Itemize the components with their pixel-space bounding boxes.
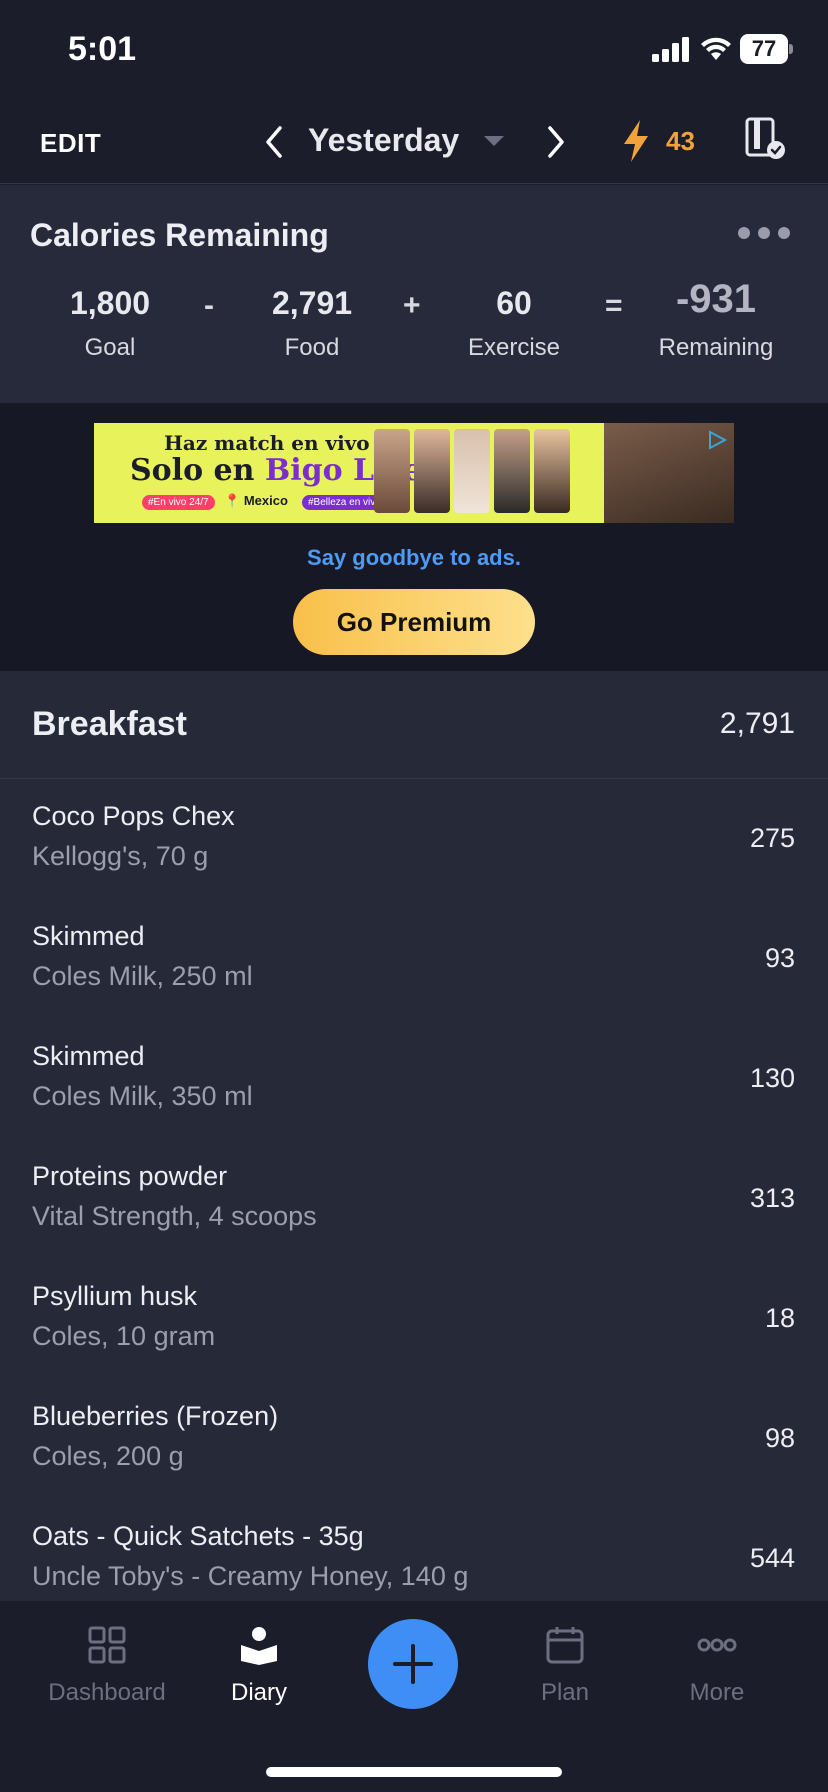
meal-title: Breakfast — [32, 705, 187, 743]
food-name: Skimmed — [32, 1041, 145, 1071]
chevron-right-icon[interactable] — [540, 122, 570, 162]
edit-button[interactable]: EDIT — [40, 128, 101, 159]
status-time: 5:01 — [68, 30, 137, 68]
dashboard-icon — [88, 1626, 126, 1664]
meal-header[interactable]: Breakfast 2,791 — [0, 671, 828, 779]
tab-plan-label: Plan — [540, 1679, 590, 1706]
food-row[interactable]: Skimmed Coles Milk, 350 ml 130 — [0, 1019, 828, 1139]
plus-operator: + — [403, 289, 421, 322]
equals-operator: = — [605, 289, 623, 322]
food-calories: 130 — [749, 1063, 795, 1093]
chevron-left-icon[interactable] — [260, 122, 290, 162]
remove-ads-text[interactable]: Say goodbye to ads. — [0, 545, 828, 571]
food-name: Coco Pops Chex — [32, 801, 235, 831]
food-calories: 18 — [764, 1303, 795, 1333]
food-calories: 275 — [749, 823, 795, 853]
food-row[interactable]: Coco Pops Chex Kellogg's, 70 g 275 — [0, 779, 828, 899]
minus-operator: - — [204, 289, 214, 322]
food-description: Coles, 200 g — [32, 1441, 184, 1471]
wifi-icon — [701, 37, 731, 60]
caret-down-icon[interactable] — [484, 136, 504, 146]
diary-icon — [241, 1627, 277, 1665]
food-description: Uncle Toby's - Creamy Honey, 140 g — [32, 1561, 469, 1591]
report-check-icon[interactable] — [744, 116, 786, 162]
tab-diary-label: Diary — [230, 1679, 287, 1706]
exercise-column: 60 Exercise — [424, 285, 604, 362]
tab-dashboard-label: Dashboard — [48, 1679, 166, 1706]
food-calories: 313 — [749, 1183, 795, 1213]
more-icon — [697, 1638, 737, 1652]
food-description: Coles Milk, 350 ml — [32, 1081, 253, 1111]
goal-label: Goal — [84, 334, 136, 361]
add-button[interactable] — [368, 1619, 458, 1709]
cellular-signal-icon — [652, 37, 689, 62]
food-name: Skimmed — [32, 921, 145, 951]
ad-photo — [414, 429, 450, 513]
food-row[interactable]: Blueberries (Frozen) Coles, 200 g 98 — [0, 1379, 828, 1499]
breakfast-section: Breakfast 2,791 Coco Pops Chex Kellogg's… — [0, 671, 828, 1601]
calories-title: Calories Remaining — [30, 217, 329, 253]
go-premium-button[interactable]: Go Premium — [293, 589, 535, 655]
goal-value: 1,800 — [69, 285, 151, 321]
food-calories: 98 — [764, 1423, 795, 1453]
exercise-value: 60 — [496, 285, 532, 321]
food-calories: 544 — [749, 1543, 795, 1573]
ad-banner[interactable]: Haz match en vivo Solo en Bigo Live. #En… — [94, 423, 734, 523]
battery-icon: 77 — [740, 34, 793, 64]
tab-plan[interactable]: Plan — [490, 1625, 640, 1725]
ad-headline: Haz match en vivo — [164, 431, 370, 455]
food-description: Kellogg's, 70 g — [32, 841, 209, 871]
calendar-icon — [546, 1627, 584, 1664]
ad-subheadline-prefix: Solo en — [130, 453, 265, 488]
status-bar: 5:01 77 — [0, 0, 828, 100]
food-name: Blueberries (Frozen) — [32, 1401, 279, 1431]
ad-choices-icon[interactable] — [706, 429, 728, 451]
food-name: Psyllium husk — [32, 1281, 198, 1311]
food-row[interactable]: Psyllium husk Coles, 10 gram 18 — [0, 1259, 828, 1379]
food-row[interactable]: Skimmed Coles Milk, 250 ml 93 — [0, 899, 828, 1019]
tab-more-label: More — [689, 1679, 745, 1706]
ad-photo — [374, 429, 410, 513]
more-options-icon[interactable] — [736, 227, 794, 241]
ad-location: 📍 Mexico — [224, 493, 288, 508]
food-calories: 93 — [764, 943, 795, 973]
date-selector[interactable]: Yesterday — [308, 122, 459, 159]
exercise-label: Exercise — [467, 334, 561, 361]
remaining-value: -931 — [675, 277, 757, 321]
tab-more[interactable]: More — [642, 1625, 792, 1725]
plus-icon — [393, 1644, 433, 1684]
food-label: Food — [284, 334, 340, 361]
goal-column: 1,800 Goal — [20, 285, 200, 362]
bottom-tab-bar: Dashboard Diary Plan More — [0, 1601, 828, 1792]
food-column: 2,791 Food — [222, 285, 402, 362]
tab-diary[interactable]: Diary — [184, 1625, 334, 1725]
ad-section: Haz match en vivo Solo en Bigo Live. #En… — [0, 403, 828, 671]
food-description: Coles, 10 gram — [32, 1321, 216, 1351]
remaining-label: Remaining — [658, 334, 774, 361]
battery-level: 77 — [751, 36, 777, 61]
ad-tag-live: #En vivo 24/7 — [142, 495, 215, 510]
food-row[interactable]: Proteins powder Vital Strength, 4 scoops… — [0, 1139, 828, 1259]
food-name: Oats - Quick Satchets - 35g — [32, 1521, 364, 1551]
meal-total-calories: 2,791 — [719, 707, 795, 740]
tab-dashboard[interactable]: Dashboard — [32, 1625, 182, 1725]
ad-photo — [494, 429, 530, 513]
home-indicator[interactable] — [266, 1767, 562, 1777]
diary-header: EDIT Yesterday 43 — [0, 100, 828, 184]
lightning-icon[interactable] — [620, 118, 652, 164]
calories-remaining-card: Calories Remaining 1,800 Goal - 2,791 Fo… — [0, 185, 828, 403]
food-name: Proteins powder — [32, 1161, 228, 1191]
remaining-column: -931 Remaining — [626, 277, 806, 362]
food-description: Coles Milk, 250 ml — [32, 961, 253, 991]
food-value: 2,791 — [271, 285, 353, 321]
ad-photo — [454, 429, 490, 513]
streak-count[interactable]: 43 — [666, 126, 695, 157]
food-description: Vital Strength, 4 scoops — [32, 1201, 317, 1231]
ad-photo — [534, 429, 570, 513]
